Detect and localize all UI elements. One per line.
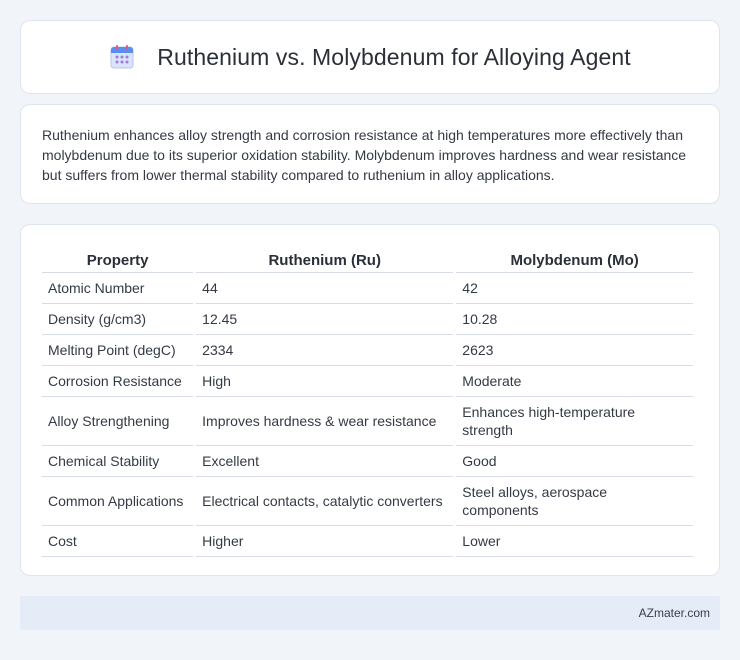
cell-molybdenum: Enhances high-temperature strength [456,397,693,446]
cell-property: Corrosion Resistance [42,366,194,397]
table-row: Alloy Strengthening Improves hardness & … [42,397,693,446]
cell-property: Melting Point (degC) [42,335,194,366]
cell-property: Cost [42,526,194,557]
calendar-icon [110,45,134,69]
table-row: Density (g/cm3) 12.45 10.28 [42,304,693,335]
cell-ruthenium: Electrical contacts, catalytic converter… [196,477,454,526]
table-row: Melting Point (degC) 2334 2623 [42,335,693,366]
header-ruthenium: Ruthenium (Ru) [196,243,454,273]
cell-molybdenum: 2623 [456,335,693,366]
cell-property: Chemical Stability [42,446,194,477]
summary-card: Ruthenium enhances alloy strength and co… [20,104,720,204]
table-row: Atomic Number 44 42 [42,273,693,304]
page-title: Ruthenium vs. Molybdenum for Alloying Ag… [157,43,631,70]
cell-ruthenium: 2334 [196,335,454,366]
comparison-table-card: Property Ruthenium (Ru) Molybdenum (Mo) … [20,224,720,576]
cell-ruthenium: High [196,366,454,397]
footer: AZmater.com [20,596,720,630]
cell-molybdenum: Steel alloys, aerospace components [456,477,693,526]
table-row: Chemical Stability Excellent Good [42,446,693,477]
cell-ruthenium: 12.45 [196,304,454,335]
cell-property: Density (g/cm3) [42,304,194,335]
table-row: Cost Higher Lower [42,526,693,557]
comparison-table: Property Ruthenium (Ru) Molybdenum (Mo) … [39,243,696,557]
cell-ruthenium: 44 [196,273,454,304]
table-header-row: Property Ruthenium (Ru) Molybdenum (Mo) [42,243,693,273]
cell-molybdenum: Lower [456,526,693,557]
cell-molybdenum: Moderate [456,366,693,397]
cell-property: Common Applications [42,477,194,526]
cell-ruthenium: Higher [196,526,454,557]
cell-property: Alloy Strengthening [42,397,194,446]
table-row: Common Applications Electrical contacts,… [42,477,693,526]
cell-molybdenum: 42 [456,273,693,304]
cell-molybdenum: Good [456,446,693,477]
title-wrap: Ruthenium vs. Molybdenum for Alloying Ag… [109,44,631,71]
header-property: Property [42,243,194,273]
cell-ruthenium: Improves hardness & wear resistance [196,397,454,446]
cell-property: Atomic Number [42,273,194,304]
title-card: Ruthenium vs. Molybdenum for Alloying Ag… [20,20,720,94]
summary-text: Ruthenium enhances alloy strength and co… [42,127,687,183]
header-molybdenum: Molybdenum (Mo) [456,243,693,273]
table-row: Corrosion Resistance High Moderate [42,366,693,397]
cell-molybdenum: 10.28 [456,304,693,335]
cell-ruthenium: Excellent [196,446,454,477]
footer-site-label: AZmater.com [638,606,710,620]
